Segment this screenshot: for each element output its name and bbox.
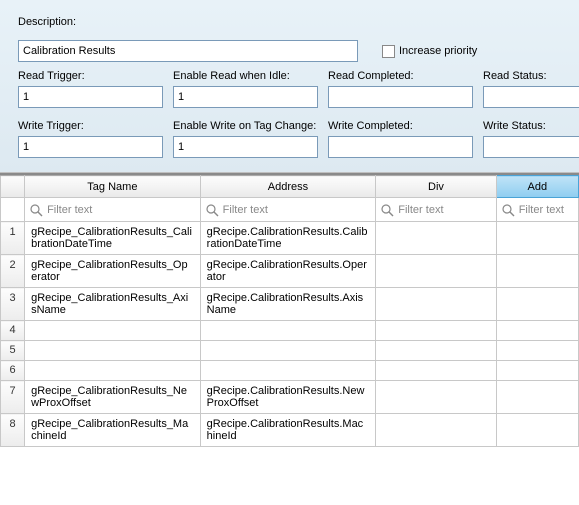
data-table-wrap: Tag Name Address Div Add Filter text Fil… — [0, 173, 579, 447]
cell-address[interactable]: gRecipe.CalibrationResults.AxisName — [200, 288, 376, 321]
table-row[interactable]: 7gRecipe_CalibrationResults_NewProxOffse… — [1, 381, 579, 414]
filter-placeholder: Filter text — [398, 204, 443, 216]
increase-priority-checkbox[interactable] — [382, 45, 395, 58]
cell-address[interactable] — [200, 361, 376, 381]
cell-address[interactable]: gRecipe.CalibrationResults.Operator — [200, 255, 376, 288]
write-status-input[interactable] — [483, 136, 579, 158]
row-number[interactable]: 7 — [1, 381, 25, 414]
header-add[interactable]: Add — [496, 176, 578, 198]
cell-tag-name[interactable]: gRecipe_CalibrationResults_Operator — [25, 255, 201, 288]
header-rownum[interactable] — [1, 176, 25, 198]
cell-add[interactable] — [496, 288, 578, 321]
filter-placeholder: Filter text — [519, 204, 564, 216]
cell-add[interactable] — [496, 361, 578, 381]
read-trigger-input[interactable] — [18, 86, 163, 108]
row-number[interactable]: 2 — [1, 255, 25, 288]
form-panel: Description: Increase priority Read Trig… — [0, 0, 579, 173]
cell-tag-name[interactable]: gRecipe_CalibrationResults_MachineId — [25, 414, 201, 447]
cell-div[interactable] — [376, 341, 496, 361]
filter-placeholder: Filter text — [223, 204, 268, 216]
cell-address[interactable]: gRecipe.CalibrationResults.CalibrationDa… — [200, 222, 376, 255]
table-row[interactable]: 3gRecipe_CalibrationResults_AxisNamegRec… — [1, 288, 579, 321]
cell-add[interactable] — [496, 222, 578, 255]
description-input[interactable] — [18, 40, 358, 62]
data-table: Tag Name Address Div Add Filter text Fil… — [0, 175, 579, 447]
cell-div[interactable] — [376, 414, 496, 447]
cell-address[interactable]: gRecipe.CalibrationResults.NewProxOffset — [200, 381, 376, 414]
read-status-input[interactable] — [483, 86, 579, 108]
filter-tag-name[interactable]: Filter text — [25, 198, 201, 222]
row-number[interactable]: 3 — [1, 288, 25, 321]
cell-add[interactable] — [496, 255, 578, 288]
cell-tag-name[interactable]: gRecipe_CalibrationResults_AxisName — [25, 288, 201, 321]
filter-placeholder: Filter text — [47, 204, 92, 216]
increase-priority-label: Increase priority — [399, 45, 477, 57]
cell-div[interactable] — [376, 321, 496, 341]
read-status-label: Read Status: — [483, 70, 579, 82]
read-completed-label: Read Completed: — [328, 70, 473, 82]
enable-read-idle-input[interactable] — [173, 86, 318, 108]
table-row[interactable]: 6 — [1, 361, 579, 381]
cell-div[interactable] — [376, 255, 496, 288]
description-label: Description: — [18, 16, 76, 28]
write-status-label: Write Status: — [483, 120, 579, 132]
cell-tag-name[interactable] — [25, 321, 201, 341]
cell-address[interactable]: gRecipe.CalibrationResults.MachineId — [200, 414, 376, 447]
write-completed-label: Write Completed: — [328, 120, 473, 132]
row-number[interactable]: 5 — [1, 341, 25, 361]
enable-write-tag-input[interactable] — [173, 136, 318, 158]
table-row[interactable]: 8gRecipe_CalibrationResults_MachineIdgRe… — [1, 414, 579, 447]
table-row[interactable]: 1gRecipe_CalibrationResults_CalibrationD… — [1, 222, 579, 255]
cell-add[interactable] — [496, 321, 578, 341]
filter-address[interactable]: Filter text — [200, 198, 376, 222]
search-icon — [501, 203, 515, 217]
cell-tag-name[interactable] — [25, 361, 201, 381]
cell-add[interactable] — [496, 414, 578, 447]
filter-div[interactable]: Filter text — [376, 198, 496, 222]
header-address[interactable]: Address — [200, 176, 376, 198]
row-number[interactable]: 1 — [1, 222, 25, 255]
cell-tag-name[interactable]: gRecipe_CalibrationResults_NewProxOffset — [25, 381, 201, 414]
cell-div[interactable] — [376, 381, 496, 414]
row-number[interactable]: 8 — [1, 414, 25, 447]
cell-add[interactable] — [496, 381, 578, 414]
table-row[interactable]: 5 — [1, 341, 579, 361]
table-row[interactable]: 4 — [1, 321, 579, 341]
cell-address[interactable] — [200, 341, 376, 361]
filter-add[interactable]: Filter text — [496, 198, 578, 222]
filter-rownum — [1, 198, 25, 222]
header-tag-name[interactable]: Tag Name — [25, 176, 201, 198]
search-icon — [205, 203, 219, 217]
cell-tag-name[interactable] — [25, 341, 201, 361]
enable-write-tag-label: Enable Write on Tag Change: — [173, 120, 318, 132]
filter-row: Filter text Filter text Filter text — [1, 198, 579, 222]
header-div[interactable]: Div — [376, 176, 496, 198]
cell-div[interactable] — [376, 222, 496, 255]
cell-div[interactable] — [376, 361, 496, 381]
write-completed-input[interactable] — [328, 136, 473, 158]
table-header-row: Tag Name Address Div Add — [1, 176, 579, 198]
cell-div[interactable] — [376, 288, 496, 321]
cell-add[interactable] — [496, 341, 578, 361]
search-icon — [380, 203, 394, 217]
row-number[interactable]: 6 — [1, 361, 25, 381]
search-icon — [29, 203, 43, 217]
table-row[interactable]: 2gRecipe_CalibrationResults_OperatorgRec… — [1, 255, 579, 288]
read-trigger-label: Read Trigger: — [18, 70, 163, 82]
write-trigger-label: Write Trigger: — [18, 120, 163, 132]
enable-read-idle-label: Enable Read when Idle: — [173, 70, 318, 82]
cell-tag-name[interactable]: gRecipe_CalibrationResults_CalibrationDa… — [25, 222, 201, 255]
row-number[interactable]: 4 — [1, 321, 25, 341]
write-trigger-input[interactable] — [18, 136, 163, 158]
cell-address[interactable] — [200, 321, 376, 341]
read-completed-input[interactable] — [328, 86, 473, 108]
